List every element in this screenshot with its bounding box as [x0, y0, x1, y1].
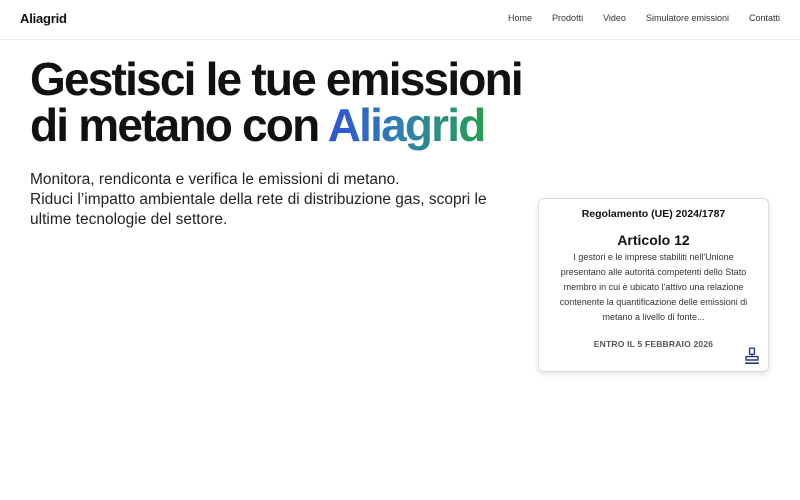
nav-home[interactable]: Home — [508, 13, 532, 23]
hero-subtitle: Monitora, rendiconta e verifica le emiss… — [30, 170, 520, 230]
stamp-icon[interactable] — [744, 347, 760, 365]
hero-title: Gestisci le tue emissioni di metano con … — [30, 56, 530, 148]
nav-products[interactable]: Prodotti — [552, 13, 583, 23]
nav-contacts[interactable]: Contatti — [749, 13, 780, 23]
nav-simulator[interactable]: Simulatore emissioni — [646, 13, 729, 23]
nav-video[interactable]: Video — [603, 13, 626, 23]
regulation-card[interactable]: Regolamento (UE) 2024/1787 Articolo 12 I… — [538, 198, 769, 372]
navbar: Aliagrid Home Prodotti Video Simulatore … — [0, 0, 800, 40]
card-body: I gestori e le imprese stabiliti nell'Un… — [559, 252, 748, 322]
card-deadline: ENTRO IL 5 FEBBRAIO 2026 — [593, 339, 714, 349]
brand-logo[interactable]: Aliagrid — [20, 11, 67, 26]
hero-title-line1: Gestisci le tue emissioni — [30, 53, 524, 105]
hero-subtitle-line2: Riduci l’impatto ambientale della rete d… — [30, 191, 487, 228]
hero-title-accent: Aliagrid — [327, 99, 487, 151]
card-article: Articolo 12 — [617, 232, 690, 248]
hero-title-line2: di metano con — [30, 99, 328, 151]
hero-subtitle-line1: Monitora, rendiconta e verifica le emiss… — [30, 171, 400, 188]
card-regulation: Regolamento (UE) 2024/1787 — [581, 208, 726, 220]
nav-menu: Home Prodotti Video Simulatore emissioni… — [508, 13, 780, 23]
